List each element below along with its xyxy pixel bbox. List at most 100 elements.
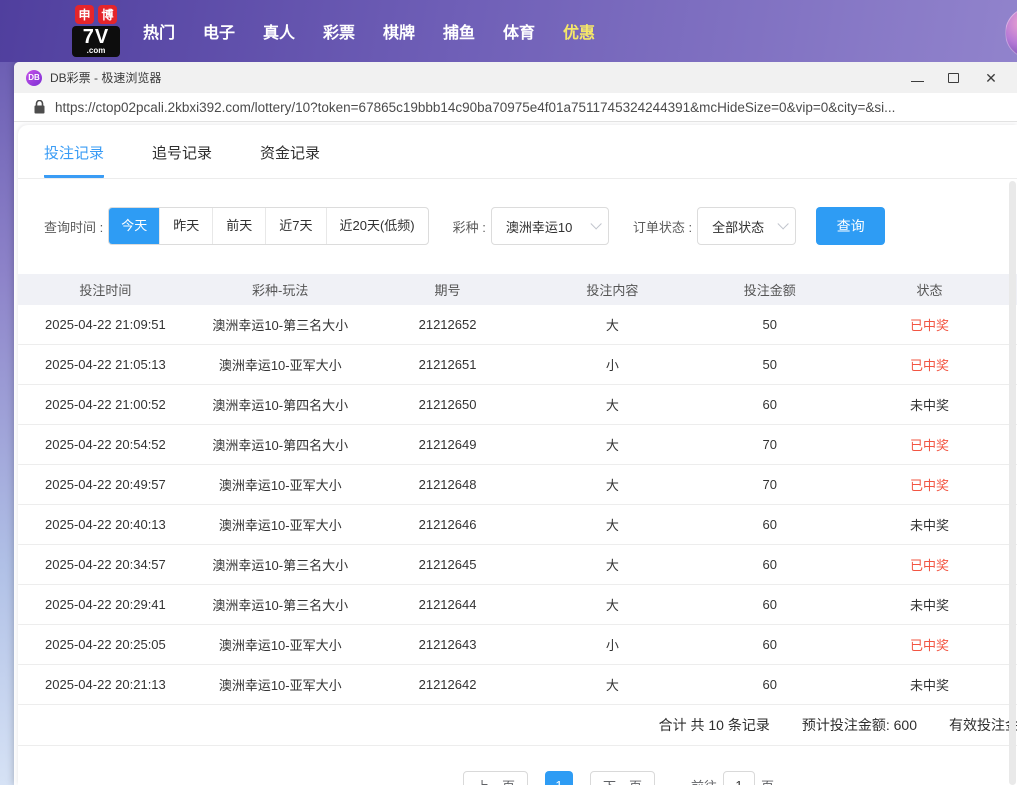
query-button[interactable]: 查询 (816, 207, 885, 245)
cell-bet-content: 大 (527, 675, 697, 694)
cell-lottery-play: 澳洲幸运10-第三名大小 (193, 555, 368, 574)
cell-issue-number: 21212646 (368, 517, 528, 532)
cell-bet-time: 2025-04-22 20:21:13 (18, 677, 193, 692)
time-filter-option[interactable]: 近20天(低频) (326, 207, 428, 245)
cell-status: 未中奖 (842, 595, 1017, 614)
cell-issue-number: 21212645 (368, 557, 528, 572)
filter-bar: 查询时间 : 今天 昨天 前天 近7天 近20天(低频) 彩种 : (18, 207, 1017, 245)
table-row[interactable]: 2025-04-22 20:49:57 澳洲幸运10-亚军大小 21212648… (18, 465, 1017, 505)
cell-bet-amount: 60 (697, 637, 842, 652)
tab[interactable]: 投注记录 (44, 142, 104, 178)
table-row[interactable]: 2025-04-22 20:25:05 澳洲幸运10-亚军大小 21212643… (18, 625, 1017, 665)
maximize-icon[interactable] (948, 73, 959, 83)
cell-lottery-play: 澳洲幸运10-亚军大小 (193, 675, 368, 694)
user-avatar[interactable] (1005, 7, 1017, 59)
summary-expected-amount: 预计投注金额: 600 (802, 715, 917, 735)
nav-menu-item[interactable]: 捕鱼 (443, 19, 475, 43)
nav-menu-item[interactable]: 热门 (143, 19, 175, 43)
table-row[interactable]: 2025-04-22 21:05:13 澳洲幸运10-亚军大小 21212651… (18, 345, 1017, 385)
tab[interactable]: 追号记录 (152, 142, 212, 178)
cell-bet-content: 大 (527, 595, 697, 614)
cell-issue-number: 21212648 (368, 477, 528, 492)
cell-bet-content: 大 (527, 315, 697, 334)
nav-menu-item[interactable]: 体育 (503, 19, 535, 43)
table-header-row: 投注时间 彩种-玩法 期号 投注内容 投注金额 状态 (18, 274, 1017, 305)
cell-status: 已中奖 (842, 475, 1017, 494)
table-row[interactable]: 2025-04-22 20:34:57 澳洲幸运10-第三名大小 2121264… (18, 545, 1017, 585)
time-filter-option[interactable]: 前天 (212, 207, 265, 245)
column-header: 投注金额 (697, 280, 842, 299)
cell-status: 已中奖 (842, 635, 1017, 654)
table-row[interactable]: 2025-04-22 20:54:52 澳洲幸运10-第四名大小 2121264… (18, 425, 1017, 465)
db-favicon-icon: DB (26, 70, 42, 86)
cell-lottery-play: 澳洲幸运10-亚军大小 (193, 635, 368, 654)
site-logo[interactable]: 申 博 7V .com (72, 5, 120, 57)
cell-status: 已中奖 (842, 435, 1017, 454)
cell-lottery-play: 澳洲幸运10-亚军大小 (193, 515, 368, 534)
cell-bet-time: 2025-04-22 20:25:05 (18, 637, 193, 652)
lottery-select[interactable]: 澳洲幸运10 (491, 207, 609, 245)
logo-badges: 申 博 (72, 5, 120, 24)
order-status-value: 全部状态 (712, 217, 764, 236)
order-status-label: 订单状态 : (633, 217, 692, 236)
time-filter-option[interactable]: 今天 (109, 207, 159, 245)
nav-menu-item[interactable]: 棋牌 (383, 19, 415, 43)
prev-page-button[interactable]: 上一页 (463, 771, 528, 785)
cell-status: 未中奖 (842, 675, 1017, 694)
cell-bet-content: 小 (527, 635, 697, 654)
table-row[interactable]: 2025-04-22 21:00:52 澳洲幸运10-第四名大小 2121265… (18, 385, 1017, 425)
cell-lottery-play: 澳洲幸运10-第四名大小 (193, 395, 368, 414)
cell-bet-content: 大 (527, 555, 697, 574)
column-header: 彩种-玩法 (193, 280, 368, 299)
cell-status: 已中奖 (842, 355, 1017, 374)
cell-issue-number: 21212644 (368, 597, 528, 612)
table-row[interactable]: 2025-04-22 21:09:51 澳洲幸运10-第三名大小 2121265… (18, 305, 1017, 345)
cell-lottery-play: 澳洲幸运10-亚军大小 (193, 355, 368, 374)
table-row[interactable]: 2025-04-22 20:21:13 澳洲幸运10-亚军大小 21212642… (18, 665, 1017, 705)
table-row[interactable]: 2025-04-22 20:29:41 澳洲幸运10-第三名大小 2121264… (18, 585, 1017, 625)
time-filter-option[interactable]: 近7天 (265, 207, 325, 245)
column-header: 投注内容 (527, 280, 697, 299)
cell-bet-amount: 60 (697, 557, 842, 572)
order-status-select[interactable]: 全部状态 (697, 207, 796, 245)
nav-menu-item[interactable]: 优惠 (563, 19, 595, 43)
logo-7v-text: 7V (83, 27, 109, 47)
cell-bet-amount: 50 (697, 357, 842, 372)
page-suffix-label: 页 (761, 776, 774, 785)
cell-status: 未中奖 (842, 515, 1017, 534)
window-controls: ✕ (911, 70, 1007, 86)
cell-status: 已中奖 (842, 315, 1017, 334)
cell-lottery-play: 澳洲幸运10-亚军大小 (193, 475, 368, 494)
cell-issue-number: 21212652 (368, 317, 528, 332)
nav-menu-item[interactable]: 真人 (263, 19, 295, 43)
address-bar[interactable]: https://ctop02pcali.2kbxi392.com/lottery… (14, 93, 1017, 122)
column-header: 状态 (842, 280, 1017, 299)
cell-bet-time: 2025-04-22 20:49:57 (18, 477, 193, 492)
cell-lottery-play: 澳洲幸运10-第三名大小 (193, 315, 368, 334)
tab[interactable]: 资金记录 (260, 142, 320, 178)
cell-bet-amount: 60 (697, 677, 842, 692)
cell-issue-number: 21212650 (368, 397, 528, 412)
logo-com-text: .com (87, 47, 106, 55)
cell-bet-amount: 60 (697, 517, 842, 532)
close-icon[interactable]: ✕ (983, 70, 999, 86)
time-filter-option[interactable]: 昨天 (159, 207, 212, 245)
logo-mark: 7V .com (72, 26, 120, 57)
table-row[interactable]: 2025-04-22 20:40:13 澳洲幸运10-亚军大小 21212646… (18, 505, 1017, 545)
next-page-button[interactable]: 下一页 (590, 771, 655, 785)
summary-total-records: 合计 共 10 条记录 (659, 715, 770, 735)
cell-bet-time: 2025-04-22 20:34:57 (18, 557, 193, 572)
window-titlebar[interactable]: DB DB彩票 - 极速浏览器 ✕ (14, 62, 1017, 93)
current-page-button[interactable]: 1 (545, 771, 573, 785)
nav-menu-item[interactable]: 彩票 (323, 19, 355, 43)
minimize-icon[interactable] (911, 73, 924, 82)
scrollbar[interactable] (1009, 181, 1016, 785)
nav-menu-item[interactable]: 电子 (203, 19, 235, 43)
page-number-input[interactable] (723, 771, 755, 785)
cell-bet-time: 2025-04-22 21:09:51 (18, 317, 193, 332)
records-panel: 投注记录 追号记录 资金记录 查询时间 : 今天 昨天 前天 (18, 125, 1017, 785)
cell-bet-amount: 60 (697, 397, 842, 412)
cell-bet-time: 2025-04-22 21:00:52 (18, 397, 193, 412)
cell-bet-amount: 50 (697, 317, 842, 332)
cell-bet-content: 大 (527, 515, 697, 534)
